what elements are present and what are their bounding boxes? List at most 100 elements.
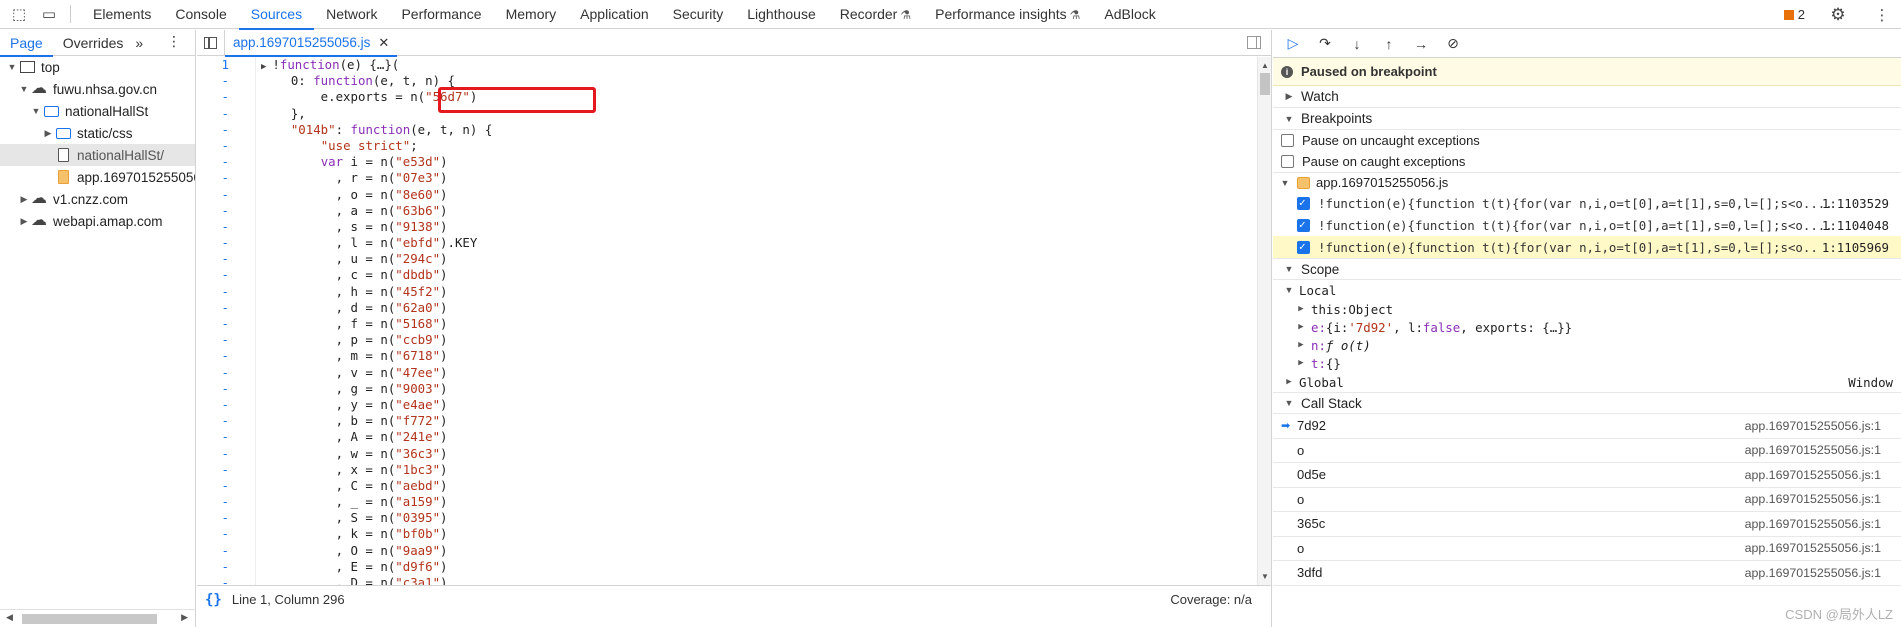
line-number[interactable]: -	[197, 510, 239, 526]
scope-var-t[interactable]: ▶ t: {}	[1283, 354, 1901, 372]
step-over-icon[interactable]: ↷	[1315, 34, 1335, 54]
call-frame[interactable]: o app.1697015255056.js:1	[1273, 537, 1901, 561]
line-number[interactable]: -	[197, 365, 239, 381]
code-line[interactable]: - , s = n("9138")	[197, 218, 1257, 236]
code-line[interactable]: - , x = n("1bc3")	[197, 461, 1257, 478]
code-line[interactable]: - , l = n("ebfd").KEY	[197, 235, 1257, 252]
scope-var-n[interactable]: ▶ n: ƒ o(t)	[1283, 336, 1901, 354]
resume-icon[interactable]: ▷	[1283, 34, 1303, 54]
editor-vertical-scrollbar[interactable]: ▲ ▼	[1257, 57, 1271, 585]
line-number[interactable]: -	[197, 219, 239, 235]
code-line[interactable]: - , w = n("36c3")	[197, 445, 1257, 462]
line-number[interactable]: -	[197, 138, 239, 154]
close-tab-icon[interactable]: ✕	[378, 30, 389, 56]
call-frame[interactable]: 365c app.1697015255056.js:1	[1273, 512, 1901, 537]
code-line[interactable]: - },	[197, 105, 1257, 122]
scroll-up-arrow-icon[interactable]: ▲	[1261, 61, 1269, 70]
settings-gear-icon[interactable]: ⚙	[1827, 4, 1849, 26]
code-line[interactable]: - e.exports = n("56d7")	[197, 89, 1257, 106]
call-frame[interactable]: o app.1697015255056.js:1	[1273, 439, 1901, 463]
pause-caught-checkbox[interactable]	[1281, 155, 1294, 168]
line-number[interactable]: -	[197, 348, 239, 364]
line-number[interactable]: -	[197, 154, 239, 170]
tab-adblock[interactable]: AdBlock	[1092, 0, 1167, 29]
call-frame[interactable]: 0d5e app.1697015255056.js:1	[1273, 463, 1901, 488]
tree-item[interactable]: ▶ ☁ v1.cnzz.com	[0, 188, 195, 210]
section-breakpoints[interactable]: ▼ Breakpoints	[1273, 108, 1901, 130]
line-number[interactable]: -	[197, 73, 239, 89]
editor-file-tab[interactable]: app.1697015255056.js ✕	[225, 30, 398, 57]
code-line[interactable]: - , A = n("241e")	[197, 429, 1257, 446]
scroll-down-arrow-icon[interactable]: ▼	[1261, 572, 1269, 581]
line-number[interactable]: -	[197, 267, 239, 283]
line-number[interactable]: -	[197, 203, 239, 219]
line-number[interactable]: -	[197, 122, 239, 138]
tab-recorder[interactable]: Recorder ⚗	[828, 0, 923, 29]
step-into-icon[interactable]: ↓	[1347, 34, 1367, 54]
line-number[interactable]: -	[197, 170, 239, 186]
code-line[interactable]: - , b = n("f772")	[197, 413, 1257, 430]
line-number[interactable]: -	[197, 187, 239, 203]
tree-item[interactable]: ▶ ☁ webapi.amap.com	[0, 210, 195, 232]
tab-overrides[interactable]: Overrides	[53, 30, 134, 56]
more-tabs-chevron-icon[interactable]: »	[135, 35, 143, 51]
breakpoint-item[interactable]: !function(e){function t(t){for(var n,i,o…	[1273, 192, 1901, 214]
code-line[interactable]: - , u = n("294c")	[197, 251, 1257, 268]
tree-item[interactable]: ▼ ☁ fuwu.nhsa.gov.cn	[0, 78, 195, 100]
code-line[interactable]: - , m = n("6718")	[197, 348, 1257, 365]
tab-console[interactable]: Console	[163, 0, 238, 29]
call-frame-location[interactable]: app.1697015255056.js:1	[1745, 517, 1881, 531]
more-options-icon[interactable]: ⋮	[1871, 4, 1893, 26]
code-line[interactable]: - , c = n("dbdb")	[197, 267, 1257, 284]
call-frame-location[interactable]: app.1697015255056.js:1	[1745, 468, 1881, 482]
tab-page[interactable]: Page	[0, 30, 53, 57]
navigator-menu-icon[interactable]: ⋮	[167, 33, 181, 50]
code-line[interactable]: - , d = n("62a0")	[197, 299, 1257, 316]
code-view[interactable]: 1 ▶ !function(e) {…}(- 0: function(e, t, n…	[197, 57, 1257, 585]
line-number[interactable]: -	[197, 381, 239, 397]
call-frame[interactable]: 3dfd app.1697015255056.js:1	[1273, 561, 1901, 586]
code-line[interactable]: - , _ = n("a159")	[197, 494, 1257, 511]
code-line[interactable]: - , v = n("47ee")	[197, 364, 1257, 381]
call-frame-location[interactable]: app.1697015255056.js:1	[1745, 566, 1881, 580]
tab-memory[interactable]: Memory	[494, 0, 569, 29]
line-number[interactable]: -	[197, 494, 239, 510]
code-line[interactable]: - , C = n("aebd")	[197, 477, 1257, 495]
line-number[interactable]: -	[197, 478, 239, 494]
scroll-left-arrow-icon[interactable]: ◀	[6, 612, 13, 623]
breakpoint-checkbox[interactable]	[1297, 240, 1310, 254]
line-number[interactable]: -	[197, 413, 239, 429]
tab-application[interactable]: Application	[568, 0, 661, 29]
tree-item[interactable]: ▼ top	[0, 56, 195, 78]
line-number[interactable]: -	[197, 397, 239, 413]
call-frame-location[interactable]: app.1697015255056.js:1	[1745, 541, 1881, 555]
code-line[interactable]: - , p = n("ccb9")	[197, 332, 1257, 349]
code-line[interactable]: - 0: function(e, t, n) {	[197, 73, 1257, 90]
pause-caught-option[interactable]: Pause on caught exceptions	[1273, 151, 1901, 172]
deactivate-breakpoints-icon[interactable]: ⊘	[1443, 34, 1463, 54]
line-number[interactable]: -	[197, 559, 239, 575]
tab-elements[interactable]: Elements	[81, 0, 163, 29]
line-number[interactable]: -	[197, 106, 239, 122]
scope-var-e[interactable]: ▶ e: {i: '7d92', l: false, exports: {…}}	[1283, 318, 1901, 336]
scope-global[interactable]: ▶ Global Window	[1283, 372, 1901, 392]
breakpoint-item[interactable]: !function(e){function t(t){for(var n,i,o…	[1273, 214, 1901, 236]
code-line[interactable]: - , r = n("07e3")	[197, 170, 1257, 187]
call-frame[interactable]: o app.1697015255056.js:1	[1273, 488, 1901, 512]
code-line[interactable]: - "use strict";	[197, 137, 1257, 155]
section-call-stack[interactable]: ▼ Call Stack	[1273, 392, 1901, 414]
tab-sources[interactable]: Sources	[238, 0, 315, 30]
line-number[interactable]: -	[197, 575, 239, 585]
tree-item[interactable]: ▶ static/css	[0, 122, 195, 144]
line-number[interactable]: -	[197, 429, 239, 445]
code-line[interactable]: 1 ▶ !function(e) {…}(	[197, 57, 1257, 74]
code-line[interactable]: - var i = n("e53d")	[197, 154, 1257, 171]
call-frame-location[interactable]: app.1697015255056.js:1	[1745, 443, 1881, 457]
call-frame[interactable]: ➡ 7d92 app.1697015255056.js:1	[1273, 414, 1901, 439]
line-number[interactable]: -	[197, 300, 239, 316]
breakpoint-file-group[interactable]: ▼ app.1697015255056.js	[1273, 172, 1901, 192]
call-frame-location[interactable]: app.1697015255056.js:1	[1745, 419, 1881, 433]
scrollbar-thumb[interactable]	[22, 614, 157, 624]
issues-badge[interactable]: 2	[1783, 7, 1805, 22]
fold-expand-icon[interactable]: ▶	[261, 62, 266, 72]
